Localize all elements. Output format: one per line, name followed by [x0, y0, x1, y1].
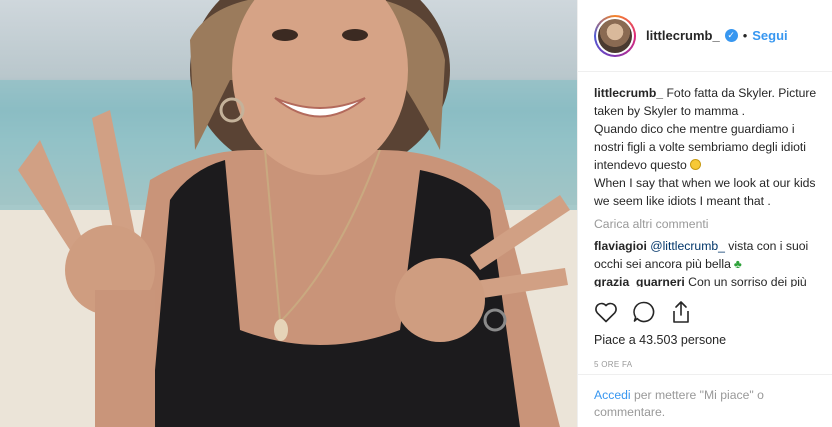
comments-section: littlecrumb_ Foto fatta da Skyler. Pictu…	[578, 72, 832, 287]
caption-line-6: When I say that when we look at our kids	[594, 176, 816, 190]
avatar-image	[598, 18, 632, 53]
header-separator: •	[742, 28, 748, 43]
header-username[interactable]: littlecrumb_	[646, 28, 720, 43]
heart-icon[interactable]	[594, 301, 618, 323]
follow-button[interactable]: Segui	[752, 28, 787, 43]
login-link[interactable]: Accedi	[594, 388, 631, 402]
comment-item: flaviagioi @littlecrumb_ vista con i suo…	[594, 237, 816, 273]
clover-emoji-icon: ♣	[733, 257, 742, 271]
comment-username[interactable]: grazia_guarneri	[594, 275, 685, 287]
comment-text-2: occhi sei ancora più bella	[594, 257, 731, 271]
comment-text: Con un sorriso dei più	[688, 275, 807, 287]
caption: littlecrumb_ Foto fatta da Skyler. Pictu…	[594, 84, 816, 210]
likes-count[interactable]: Piace a 43.503 persone	[594, 333, 726, 347]
post-timestamp[interactable]: 5 ORE FA	[594, 360, 632, 369]
post-side-panel: littlecrumb_ ✓ • Segui littlecrumb_ Foto…	[577, 0, 832, 427]
comment-text: vista con i suoi	[724, 239, 809, 253]
post-header: littlecrumb_ ✓ • Segui	[578, 0, 832, 72]
caption-line-7: we seem like idiots I meant that .	[594, 194, 771, 208]
grinning-emoji-icon	[689, 159, 701, 170]
header-user-row: littlecrumb_ ✓ • Segui	[646, 28, 788, 43]
share-icon[interactable]	[670, 300, 692, 324]
load-more-comments-link[interactable]: Carica altri commenti	[594, 215, 816, 233]
caption-text-5: intendevo questo	[594, 158, 687, 172]
caption-username[interactable]: littlecrumb_	[594, 86, 663, 100]
post-photo[interactable]	[0, 0, 577, 427]
comment-mention-link[interactable]: @littlecrumb_	[650, 239, 725, 253]
avatar[interactable]	[594, 14, 636, 57]
comment-username[interactable]: flaviagioi	[594, 239, 647, 253]
login-prompt: Accedi per mettere "Mi piace" o commenta…	[578, 374, 832, 427]
caption-line-1: littlecrumb_ Foto fatta da Skyler. Pictu…	[594, 84, 816, 102]
comment-icon[interactable]	[632, 300, 656, 324]
caption-line-3: Quando dico che mentre guardiamo i	[594, 122, 795, 136]
caption-text-1: Foto fatta da Skyler. Picture	[666, 86, 817, 100]
post-actions	[594, 300, 692, 324]
verified-badge-icon: ✓	[724, 29, 738, 42]
comment-line-1: grazia_guarneri Con un sorriso dei più	[594, 273, 816, 287]
caption-line-5: intendevo questo	[594, 156, 816, 174]
caption-line-2: taken by Skyler to mamma .	[594, 104, 746, 118]
comment-item: grazia_guarneri Con un sorriso dei più	[594, 273, 816, 287]
caption-line-4: nostri figli a volte sembriamo degli idi…	[594, 140, 807, 154]
comment-line-1: flaviagioi @littlecrumb_ vista con i suo…	[594, 237, 816, 255]
comment-line-2: occhi sei ancora più bella ♣	[594, 255, 816, 273]
avatar-frame	[596, 16, 634, 55]
photo-illustration	[0, 0, 577, 427]
